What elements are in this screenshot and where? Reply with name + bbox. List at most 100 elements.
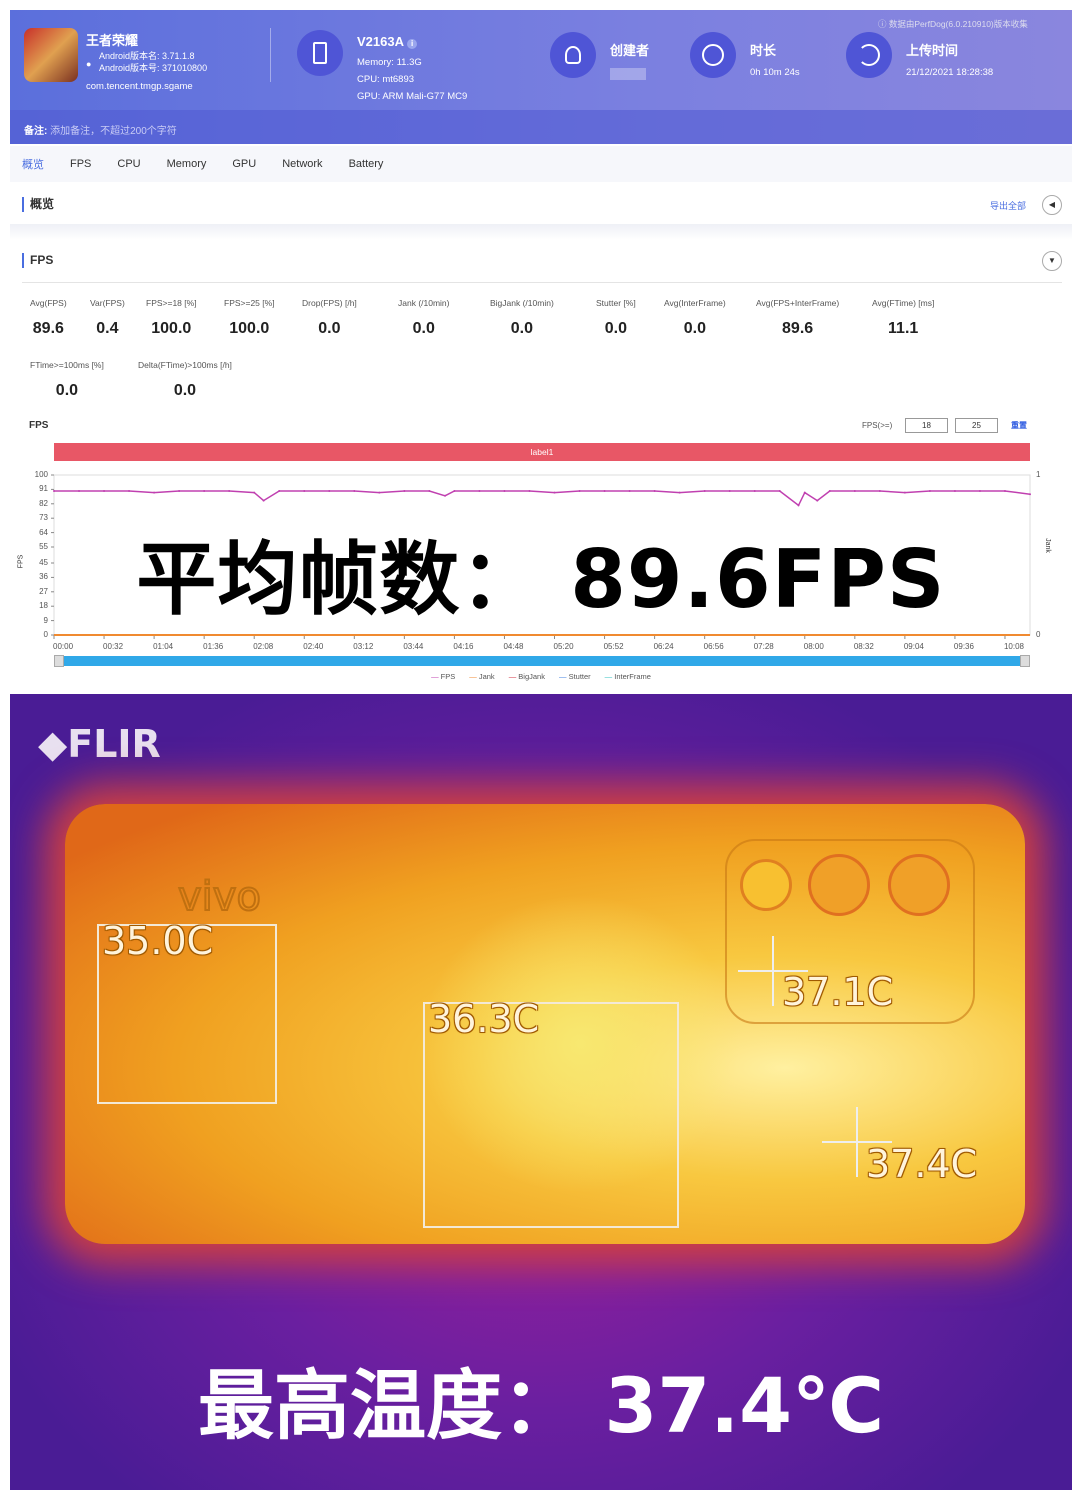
legend-swatch-icon: — [604, 672, 613, 681]
fps-point [328, 490, 331, 492]
legend-swatch-icon: — [469, 672, 477, 681]
x-tick-label: 05:20 [553, 642, 574, 651]
flir-logo: ◆FLIR [38, 722, 161, 766]
fps-point [103, 490, 106, 492]
legend-label: Stutter [568, 672, 591, 681]
legend-item-stutter[interactable]: — Stutter [559, 672, 591, 681]
fps-point [303, 490, 306, 492]
max-temp-caption: 最高温度： 37.4℃ [197, 1361, 884, 1450]
fps-point [444, 494, 447, 497]
fps-point [953, 490, 956, 492]
legend-label: Jank [478, 672, 495, 681]
fps-point [928, 490, 931, 492]
fps-point [403, 490, 406, 492]
fps-point [1003, 490, 1006, 492]
fps-point [478, 490, 481, 492]
flir-logo-text: FLIR [67, 722, 161, 766]
y2-tick: 0 [1036, 630, 1041, 639]
fps-point [528, 490, 531, 492]
fps-point [703, 490, 706, 492]
legend-item-fps[interactable]: — FPS [431, 672, 455, 681]
camera-lens [740, 859, 792, 911]
x-tick-label: 02:08 [253, 642, 274, 651]
thermal-image: ◆FLIR vivo 35.0C 36.3C 37.1C 37.4C 最高温度：… [10, 694, 1072, 1490]
legend-item-bigjank[interactable]: — BigJank [509, 672, 545, 681]
camera-lens [808, 854, 870, 916]
fps-point [378, 491, 381, 494]
fps-point [278, 490, 281, 492]
x-tick-label: 07:28 [753, 642, 774, 651]
series-fps-line [54, 490, 1031, 507]
slider-handle-left[interactable] [54, 655, 64, 667]
fps-point [128, 490, 131, 492]
y-tick-label: 0 [43, 630, 48, 639]
fps-point [453, 490, 456, 492]
time-range-slider[interactable] [54, 655, 1030, 667]
y-tick-label: 82 [39, 498, 48, 508]
x-tick-label: 00:32 [103, 642, 124, 651]
y-tick-label: 100 [34, 470, 48, 479]
x-tick-label: 06:24 [653, 642, 674, 651]
x-tick-label: 01:04 [153, 642, 174, 651]
fps-point [803, 491, 806, 494]
fps-point [503, 490, 506, 492]
legend-swatch-icon: — [431, 672, 439, 681]
x-tick-label: 10:08 [1003, 642, 1024, 651]
fps-point [728, 490, 731, 492]
spot-temp-1: 35.0C [102, 919, 214, 963]
x-tick-label: 08:32 [853, 642, 874, 651]
fps-point [1029, 493, 1031, 496]
spot-temp-4: 37.4C [866, 1142, 978, 1186]
fps-point [203, 490, 206, 492]
average-fps-overlay: 平均帧数： 89.6FPS [136, 533, 946, 626]
camera-lens [888, 854, 950, 916]
fps-point [678, 491, 681, 494]
fps-point [753, 490, 756, 492]
x-tick-label: 04:16 [453, 642, 474, 651]
fps-point [603, 490, 606, 492]
fps-point [797, 504, 800, 507]
spot-temp-3: 37.1C [782, 970, 894, 1014]
legend-label: InterFrame [614, 672, 651, 681]
legend-label: FPS [440, 672, 456, 681]
fps-point [153, 491, 156, 494]
fps-point [553, 491, 556, 494]
fps-point [78, 490, 81, 492]
fps-point [978, 490, 981, 492]
fps-point [816, 499, 819, 502]
fps-point [228, 490, 231, 492]
fps-point [53, 490, 55, 492]
x-tick-label: 02:40 [303, 642, 324, 651]
x-tick-label: 06:56 [703, 642, 724, 651]
legend-item-jank[interactable]: — Jank [469, 672, 494, 681]
x-tick-label: 08:00 [803, 642, 824, 651]
x-tick-label: 00:00 [53, 642, 74, 651]
x-tick-label: 09:36 [953, 642, 974, 651]
chart-legend: — FPS — Jank — BigJank — Stutter — InterFram… [0, 672, 1082, 681]
x-tick-label: 09:04 [903, 642, 924, 651]
x-tick-label: 05:52 [603, 642, 624, 651]
fps-point [428, 490, 431, 492]
legend-item-interframe[interactable]: — InterFrame [605, 672, 651, 681]
fps-point [903, 491, 906, 494]
fps-point [178, 490, 181, 492]
legend-swatch-icon: — [508, 672, 517, 681]
spot-temp-2: 36.3C [428, 997, 540, 1041]
slider-handle-right[interactable] [1020, 655, 1030, 667]
fps-point [853, 490, 856, 492]
y-tick-label: 91 [39, 484, 48, 494]
y2-tick: 1 [1036, 470, 1041, 479]
x-tick-label: 03:44 [403, 642, 424, 651]
fps-point [253, 491, 256, 494]
fps-point [262, 499, 265, 502]
x-tick-label: 04:48 [503, 642, 524, 651]
legend-label: BigJank [518, 672, 545, 681]
fps-point [828, 490, 831, 492]
fps-point [353, 490, 356, 492]
x-tick-label: 01:36 [203, 642, 224, 651]
fps-point [578, 490, 581, 492]
fps-point [778, 490, 781, 492]
x-tick-label: 03:12 [353, 642, 374, 651]
legend-swatch-icon: — [558, 672, 567, 681]
fps-point [628, 490, 631, 492]
